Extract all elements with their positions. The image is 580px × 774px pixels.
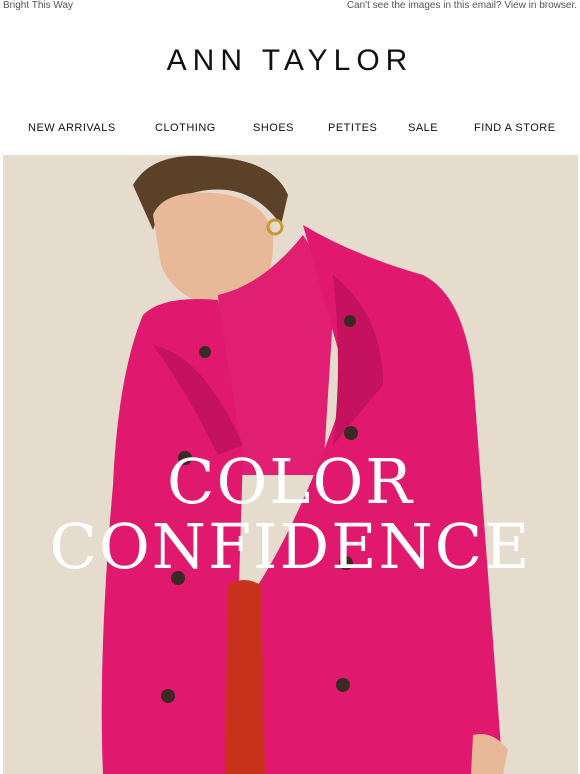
nav-clothing[interactable]: CLOTHING (155, 122, 216, 134)
nav-sale[interactable]: SALE (408, 122, 438, 134)
brand-logo[interactable]: ANN TAYLOR (0, 44, 580, 78)
preheader-bar: Bright This Way Can't see the images in … (0, 0, 580, 14)
nav-petites[interactable]: PETITES (328, 122, 377, 134)
hero-headline-line1: COLOR (167, 445, 414, 518)
main-nav: NEW ARRIVALS CLOTHING SHOES PETITES SALE… (0, 122, 580, 138)
nav-find-a-store[interactable]: FIND A STORE (474, 122, 556, 134)
nav-new-arrivals[interactable]: NEW ARRIVALS (28, 122, 116, 134)
email-subject: Bright This Way (3, 0, 74, 11)
view-in-browser-link[interactable]: Can't see the images in this email? View… (347, 0, 577, 11)
nav-shoes[interactable]: SHOES (253, 122, 294, 134)
hero-headline-line2: CONFIDENCE (49, 510, 532, 583)
hero-image-link[interactable]: COLOR CONFIDENCE (3, 155, 578, 774)
